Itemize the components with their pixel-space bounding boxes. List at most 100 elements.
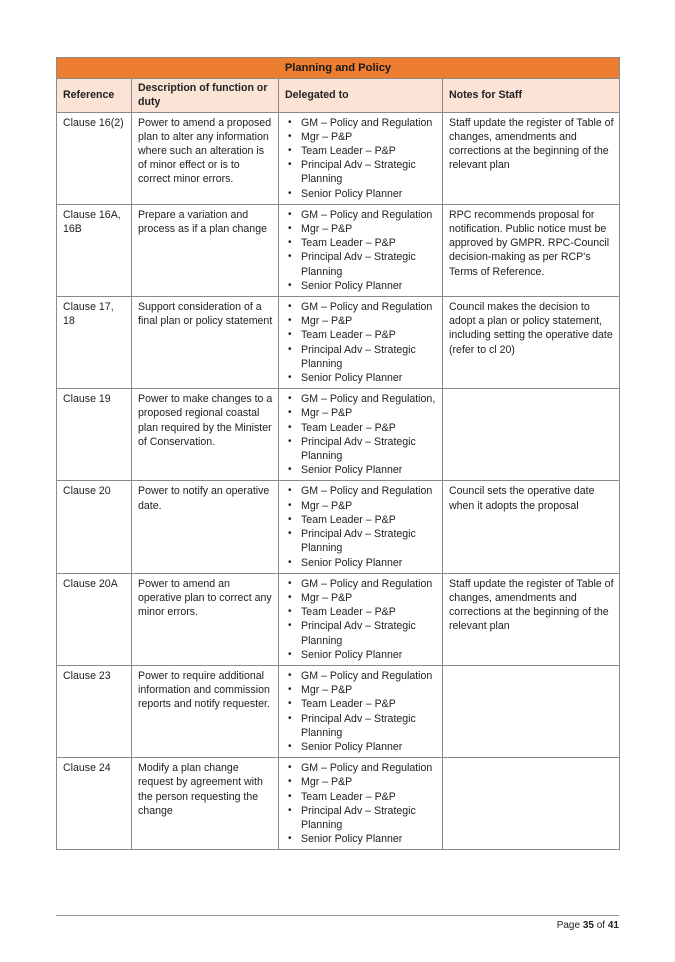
cell-notes: Staff update the register of Table of ch…: [442, 111, 620, 205]
delegate-item: • Mgr – P&P: [288, 222, 437, 236]
delegate-text: Mgr – P&P: [301, 499, 353, 512]
delegate-item: • Principal Adv – Strategic Planning: [288, 250, 437, 278]
delegate-text: Senior Policy Planner: [301, 556, 403, 569]
cell-reference: Clause 24: [56, 757, 132, 851]
delegate-item: • GM – Policy and Regulation: [288, 577, 437, 591]
delegate-text: Mgr – P&P: [301, 591, 353, 604]
bullet-icon: •: [288, 776, 292, 788]
cell-reference: Clause 16A, 16B: [56, 203, 132, 298]
delegate-text: Team Leader – P&P: [301, 513, 396, 526]
cell-notes: [442, 757, 620, 851]
delegate-text: GM – Policy and Regulation: [301, 762, 433, 775]
cell-notes: Council sets the operative date when it …: [442, 480, 620, 574]
delegate-text: Mgr – P&P: [301, 130, 353, 143]
delegate-text: GM – Policy and Regulation: [301, 485, 433, 498]
delegate-text: Principal Adv – Strategic Planning: [301, 528, 416, 555]
delegate-text: GM – Policy and Regulation: [301, 301, 433, 314]
delegate-item: • GM – Policy and Regulation: [288, 116, 437, 130]
column-header-description: Description of function or duty: [131, 78, 279, 113]
delegate-item: • GM – Policy and Regulation: [288, 208, 437, 222]
delegate-item: • Principal Adv – Strategic Planning: [288, 527, 437, 555]
cell-reference: Clause 20A: [56, 572, 132, 666]
delegate-item: • Team Leader – P&P: [288, 790, 437, 804]
cell-reference: Clause 23: [56, 664, 132, 759]
delegate-text: Senior Policy Planner: [301, 372, 403, 385]
cell-description: Power to amend a proposed plan to alter …: [131, 111, 279, 205]
table-header-row: Reference Description of function or dut…: [56, 78, 620, 113]
bullet-icon: •: [288, 513, 292, 525]
cell-delegated-to: • GM – Policy and Regulation • Mgr – P&P • Te…: [278, 203, 443, 298]
bullet-icon: •: [288, 485, 292, 497]
bullet-icon: •: [288, 130, 292, 142]
delegate-text: Senior Policy Planner: [301, 279, 403, 292]
delegate-item: • GM – Policy and Regulation: [288, 300, 437, 314]
cell-description: Power to notify an operative date.: [131, 480, 279, 574]
delegate-list: • GM – Policy and Regulation • Mgr – P&P • Te…: [285, 208, 437, 293]
bullet-icon: •: [288, 279, 292, 291]
delegate-text: Team Leader – P&P: [301, 145, 396, 158]
delegate-item: • Senior Policy Planner: [288, 740, 437, 754]
delegate-item: • Principal Adv – Strategic Planning: [288, 435, 437, 463]
delegate-text: Team Leader – P&P: [301, 329, 396, 342]
cell-reference: Clause 20: [56, 480, 132, 574]
delegate-text: Mgr – P&P: [301, 315, 353, 328]
delegate-text: Principal Adv – Strategic Planning: [301, 159, 416, 186]
delegate-item: • Senior Policy Planner: [288, 556, 437, 570]
cell-delegated-to: • GM – Policy and Regulation, • Mgr – P&P • T…: [278, 388, 443, 482]
delegate-item: • GM – Policy and Regulation: [288, 761, 437, 775]
bullet-icon: •: [288, 528, 292, 540]
bullet-icon: •: [288, 606, 292, 618]
delegate-item: • Principal Adv – Strategic Planning: [288, 619, 437, 647]
page-number: Page 35 of 41: [557, 920, 619, 931]
cell-description: Power to amend an operative plan to corr…: [131, 572, 279, 666]
delegate-text: GM – Policy and Regulation: [301, 577, 433, 590]
delegate-text: Mgr – P&P: [301, 776, 353, 789]
page-of-label: of: [596, 920, 606, 931]
cell-notes: Staff update the register of Table of ch…: [442, 572, 620, 666]
delegate-list: • GM – Policy and Regulation, • Mgr – P&P • T…: [285, 392, 437, 477]
bullet-icon: •: [288, 620, 292, 632]
cell-description: Power to make changes to a proposed regi…: [131, 388, 279, 482]
bullet-icon: •: [288, 591, 292, 603]
delegate-text: GM – Policy and Regulation: [301, 208, 433, 221]
delegate-item: • GM – Policy and Regulation,: [288, 392, 437, 406]
bullet-icon: •: [288, 343, 292, 355]
delegate-item: • Team Leader – P&P: [288, 144, 437, 158]
bullet-icon: •: [288, 556, 292, 568]
cell-delegated-to: • GM – Policy and Regulation • Mgr – P&P • Te…: [278, 572, 443, 666]
bullet-icon: •: [288, 421, 292, 433]
bullet-icon: •: [288, 159, 292, 171]
table-row: Clause 20A Power to amend an operative pl…: [56, 572, 620, 666]
delegate-text: Senior Policy Planner: [301, 464, 403, 477]
delegate-item: • Senior Policy Planner: [288, 648, 437, 662]
bullet-icon: •: [288, 407, 292, 419]
delegate-text: GM – Policy and Regulation,: [301, 393, 436, 406]
table-row: Clause 23 Power to require additional inf…: [56, 664, 620, 759]
cell-notes: [442, 664, 620, 759]
bullet-icon: •: [288, 762, 292, 774]
bullet-icon: •: [288, 648, 292, 660]
delegate-text: Principal Adv – Strategic Planning: [301, 804, 416, 831]
delegate-list: • GM – Policy and Regulation • Mgr – P&P • Te…: [285, 669, 437, 754]
delegate-item: • Principal Adv – Strategic Planning: [288, 158, 437, 186]
bullet-icon: •: [288, 315, 292, 327]
cell-description: Power to require additional information …: [131, 664, 279, 759]
delegate-text: Senior Policy Planner: [301, 740, 403, 753]
cell-delegated-to: • GM – Policy and Regulation • Mgr – P&P • Te…: [278, 757, 443, 851]
bullet-icon: •: [288, 251, 292, 263]
bullet-icon: •: [288, 684, 292, 696]
bullet-icon: •: [288, 464, 292, 476]
bullet-icon: •: [288, 790, 292, 802]
page-label: Page: [556, 920, 581, 931]
cell-delegated-to: • GM – Policy and Regulation • Mgr – P&P • Te…: [278, 111, 443, 205]
cell-description: Support consideration of a final plan or…: [131, 296, 279, 390]
bullet-icon: •: [288, 372, 292, 384]
table-row: Clause 24 Modify a plan change request by…: [56, 757, 620, 851]
page-current: 35: [582, 920, 594, 931]
bullet-icon: •: [288, 435, 292, 447]
cell-notes: Council makes the decision to adopt a pl…: [442, 296, 620, 390]
delegate-item: • Principal Adv – Strategic Planning: [288, 343, 437, 371]
table-title: Planning and Policy: [56, 56, 620, 80]
bullet-icon: •: [288, 669, 292, 681]
delegate-text: Team Leader – P&P: [301, 790, 396, 803]
